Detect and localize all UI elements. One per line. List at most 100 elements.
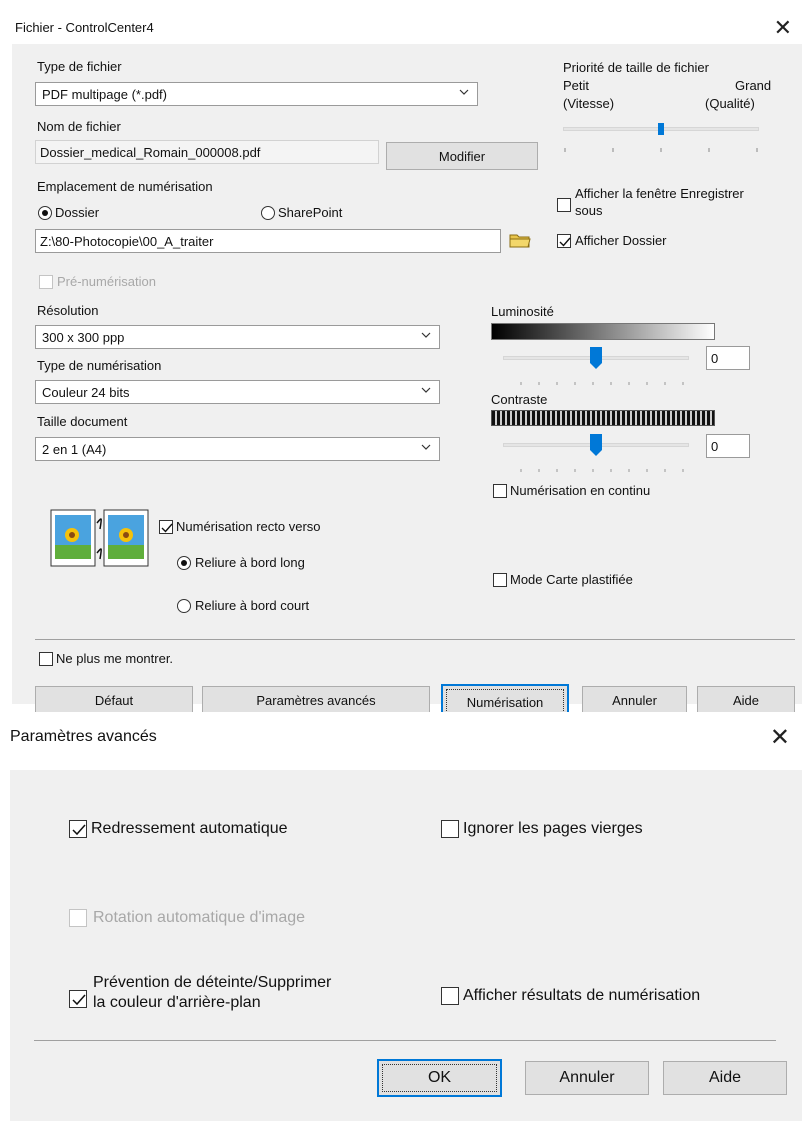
radio-sharepoint[interactable] [261, 206, 275, 220]
plastic-card-label: Mode Carte plastifiée [510, 572, 633, 587]
check-icon [72, 824, 86, 836]
skip-blank-checkbox[interactable] [441, 820, 459, 838]
doc-size-label: Taille document [37, 414, 128, 429]
check-icon [559, 237, 571, 247]
radio-long-edge[interactable] [177, 556, 191, 570]
bleed-through-label-2: la couleur d'arrière-plan [93, 994, 261, 1011]
duplex-illustration-icon [50, 509, 150, 567]
slider-thumb[interactable] [590, 434, 602, 456]
prescan-checkbox[interactable] [39, 275, 53, 289]
scan-type-value: Couleur 24 bits [42, 384, 130, 400]
skip-blank-label: Ignorer les pages vierges [463, 820, 643, 837]
scan-type-select[interactable]: Couleur 24 bits [35, 380, 440, 404]
resolution-select[interactable]: 300 x 300 ppp [35, 325, 440, 349]
chevron-down-icon [421, 442, 431, 452]
continuous-scan-checkbox[interactable] [493, 484, 507, 498]
resolution-value: 300 x 300 ppp [42, 329, 125, 345]
radio-short-edge[interactable] [177, 599, 191, 613]
slider-thumb[interactable] [590, 347, 602, 369]
help-button[interactable]: Aide [697, 686, 795, 714]
brightness-label: Luminosité [491, 304, 554, 319]
show-save-as-label-1: Afficher la fenêtre Enregistrer [575, 186, 744, 201]
slider-ticks [503, 461, 689, 472]
prescan-label: Pré-numérisation [57, 274, 156, 289]
auto-rotate-label: Rotation automatique d'image [93, 909, 306, 926]
show-results-checkbox[interactable] [441, 987, 459, 1005]
plastic-card-checkbox[interactable] [493, 573, 507, 587]
duplex-scan-checkbox[interactable] [159, 520, 173, 534]
file-name-field[interactable]: Dossier_medical_Romain_000008.pdf [35, 140, 379, 164]
bleed-through-checkbox[interactable] [69, 990, 87, 1008]
advanced-settings-dialog: Paramètres avancés ✕ Redressement automa… [10, 712, 802, 1121]
priority-slider[interactable] [563, 120, 759, 152]
check-icon [72, 994, 86, 1006]
file-type-label: Type de fichier [37, 59, 122, 74]
contrast-label: Contraste [491, 392, 548, 407]
folder-path-input[interactable]: Z:\80-Photocopie\00_A_traiter [35, 229, 501, 253]
check-icon [161, 523, 173, 533]
radio-folder[interactable] [38, 206, 52, 220]
separator [35, 639, 795, 640]
radio-short-edge-label: Reliure à bord court [195, 598, 310, 613]
file-type-select[interactable]: PDF multipage (*.pdf) [35, 82, 478, 106]
contrast-pattern [491, 410, 715, 426]
title-bar: Fichier - ControlCenter4 ✕ [12, 12, 802, 44]
chevron-down-icon [421, 330, 431, 340]
slider-thumb[interactable] [658, 123, 664, 135]
cancel-button[interactable]: Annuler [582, 686, 687, 714]
title-bar: Paramètres avancés ✕ [10, 712, 802, 770]
chevron-down-icon [459, 87, 469, 97]
contrast-slider[interactable] [503, 432, 689, 472]
separator [34, 1040, 776, 1041]
controlcenter-dialog: Fichier - ControlCenter4 ✕ Type de fichi… [12, 12, 802, 720]
close-icon[interactable]: ✕ [770, 726, 790, 750]
ok-button[interactable]: OK [377, 1059, 502, 1097]
brightness-value-input[interactable]: 0 [706, 346, 750, 370]
doc-size-select[interactable]: 2 en 1 (A4) [35, 437, 440, 461]
show-folder-checkbox[interactable] [557, 234, 571, 248]
show-save-as-label-2: sous [575, 203, 603, 218]
priority-large-sub: (Qualité) [705, 96, 755, 111]
duplex-scan-label: Numérisation recto verso [176, 519, 321, 534]
radio-folder-label: Dossier [55, 205, 100, 220]
doc-size-value: 2 en 1 (A4) [42, 441, 107, 457]
scan-type-label: Type de numérisation [37, 358, 162, 373]
contrast-value-input[interactable]: 0 [706, 434, 750, 458]
help-button[interactable]: Aide [663, 1061, 787, 1095]
cancel-button[interactable]: Annuler [525, 1061, 649, 1095]
show-folder-label: Afficher Dossier [575, 233, 667, 248]
folder-browse-icon[interactable] [509, 230, 531, 250]
radio-long-edge-label: Reliure à bord long [195, 555, 305, 570]
priority-label: Priorité de taille de fichier [563, 60, 709, 75]
brightness-gradient [491, 323, 715, 340]
resolution-label: Résolution [37, 303, 99, 318]
folder-path-value: Z:\80-Photocopie\00_A_traiter [40, 233, 214, 249]
slider-ticks [563, 140, 759, 152]
brightness-value: 0 [711, 350, 719, 366]
modify-button[interactable]: Modifier [386, 142, 538, 170]
show-results-label: Afficher résultats de numérisation [463, 987, 701, 1004]
dialog-title: Paramètres avancés [10, 728, 157, 745]
radio-sharepoint-label: SharePoint [278, 205, 343, 220]
priority-small-label: Petit [563, 78, 590, 93]
file-type-value: PDF multipage (*.pdf) [42, 86, 167, 102]
priority-large-label: Grand [735, 78, 772, 93]
close-icon[interactable]: ✕ [774, 17, 792, 39]
slider-ticks [503, 374, 689, 385]
auto-deskew-checkbox[interactable] [69, 820, 87, 838]
dont-show-label: Ne plus me montrer. [56, 651, 174, 666]
default-button[interactable]: Défaut [35, 686, 193, 714]
dont-show-checkbox[interactable] [39, 652, 53, 666]
contrast-value: 0 [711, 438, 719, 454]
bleed-through-label-1: Prévention de déteinte/Supprimer [93, 974, 332, 991]
auto-rotate-checkbox[interactable] [69, 909, 87, 927]
advanced-settings-button[interactable]: Paramètres avancés [202, 686, 430, 714]
chevron-down-icon [421, 385, 431, 395]
continuous-scan-label: Numérisation en continu [510, 483, 651, 498]
auto-deskew-label: Redressement automatique [91, 820, 288, 837]
file-name-label: Nom de fichier [37, 119, 121, 134]
brightness-slider[interactable] [503, 345, 689, 385]
focus-ring [382, 1064, 497, 1092]
show-save-as-checkbox[interactable] [557, 198, 571, 212]
file-name-value: Dossier_medical_Romain_000008.pdf [40, 144, 261, 160]
